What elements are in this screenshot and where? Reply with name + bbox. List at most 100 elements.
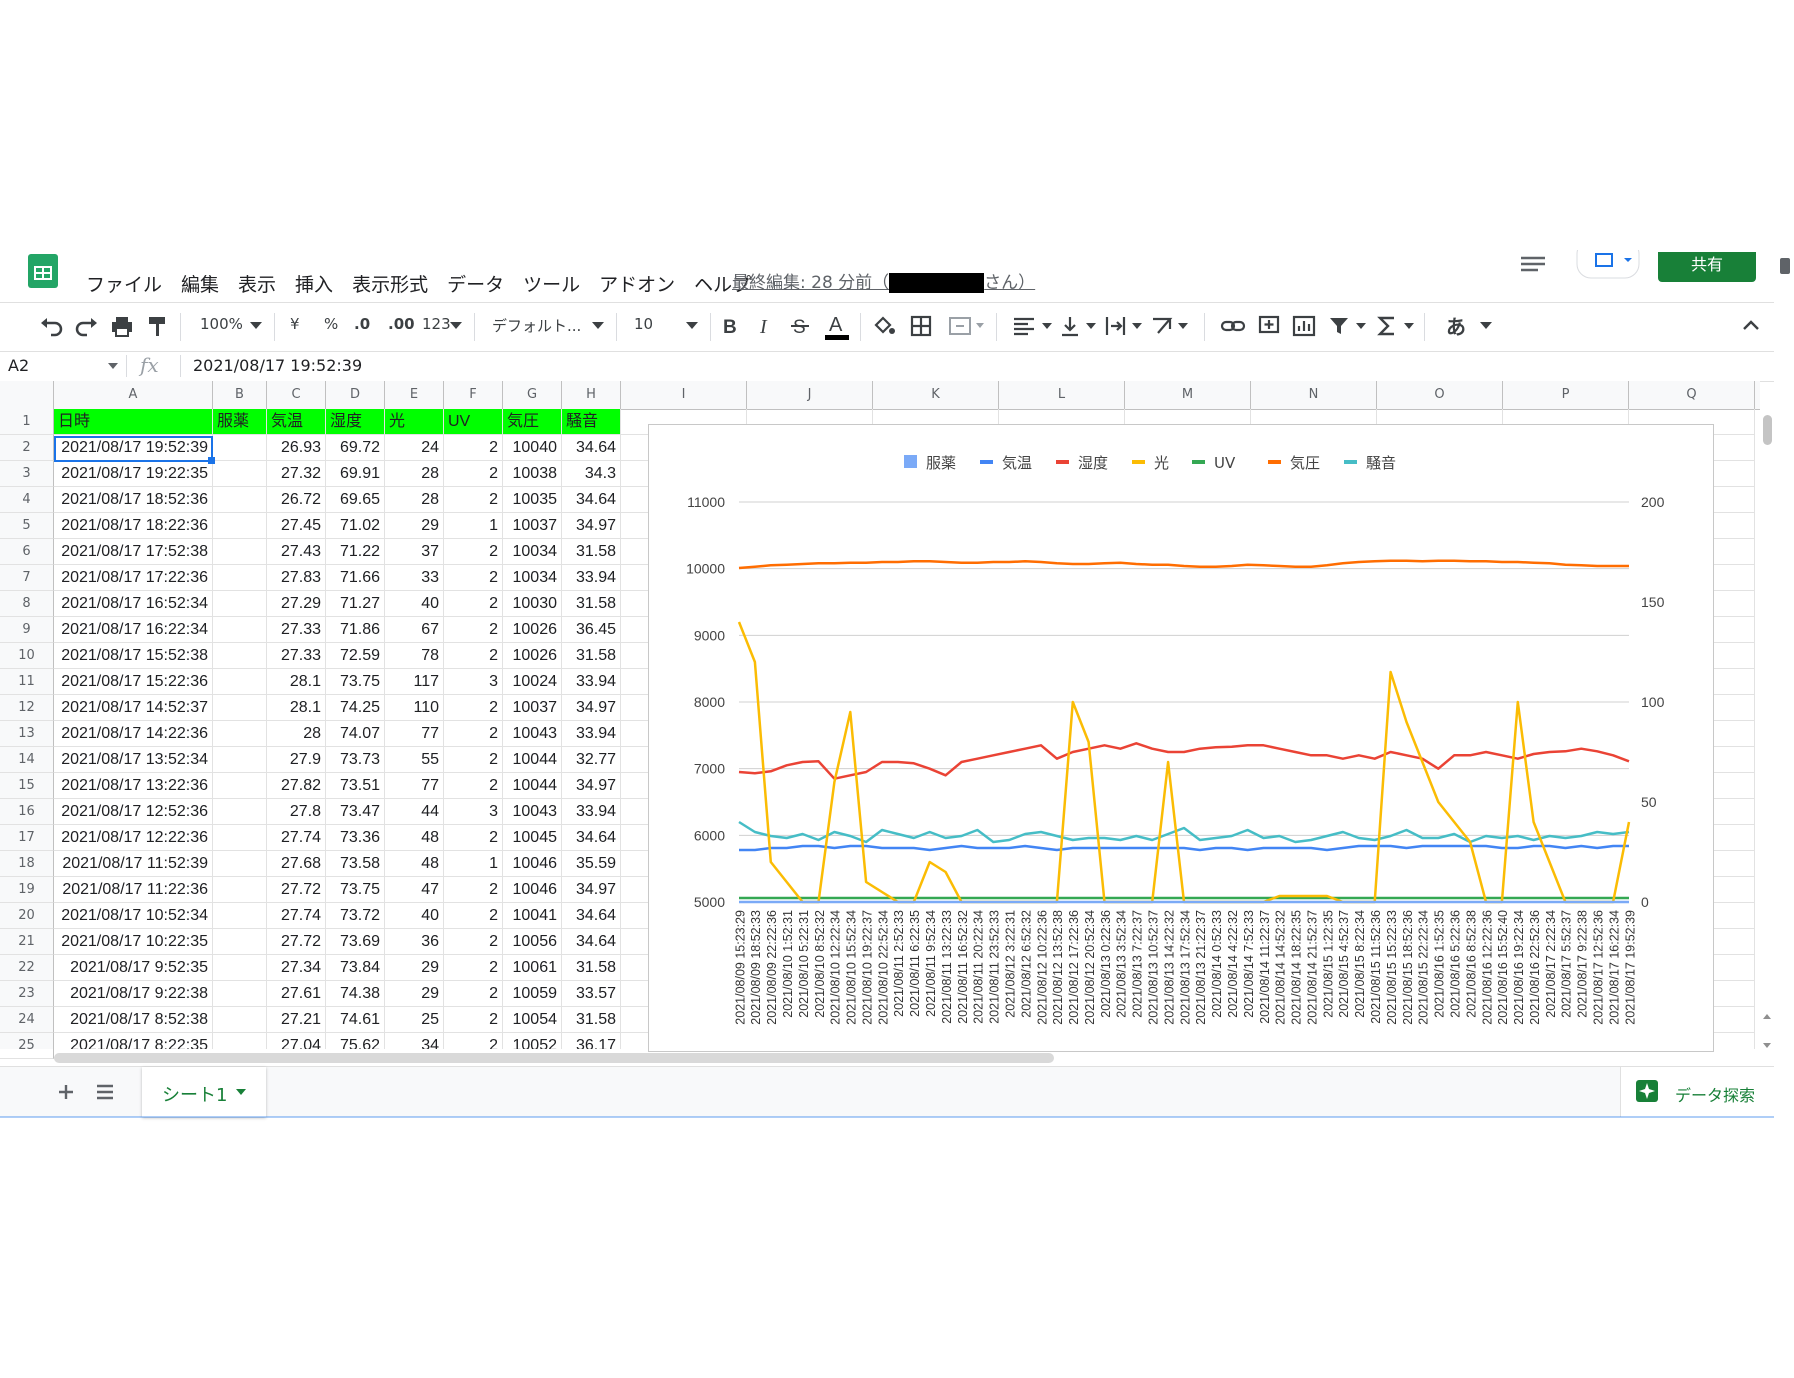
table-cell[interactable]: 74.25 — [326, 695, 385, 721]
table-cell[interactable] — [213, 591, 267, 617]
table-cell[interactable]: 2021/08/17 10:52:34 — [54, 903, 213, 929]
table-cell[interactable]: 10043 — [503, 721, 562, 747]
table-cell[interactable]: 71.86 — [326, 617, 385, 643]
table-cell[interactable]: 10044 — [503, 747, 562, 773]
table-cell[interactable]: 2021/08/17 9:22:38 — [54, 981, 213, 1007]
menu-data[interactable]: データ — [447, 270, 504, 296]
table-cell[interactable]: 73.72 — [326, 903, 385, 929]
table-cell[interactable]: 2021/08/17 19:22:35 — [54, 461, 213, 487]
percent-format-button[interactable]: % — [324, 315, 338, 333]
table-cell[interactable]: 74.61 — [326, 1007, 385, 1033]
table-cell[interactable]: 2 — [444, 643, 503, 669]
table-cell[interactable]: 2 — [444, 591, 503, 617]
row-header[interactable]: 14 — [0, 747, 54, 773]
bold-icon[interactable]: B — [720, 315, 740, 337]
font-size-dropdown-icon[interactable] — [686, 322, 698, 330]
last-edit-link[interactable]: 最終編集: 28 分前（ さん） — [732, 268, 1035, 293]
table-cell[interactable]: 2021/08/17 19:52:39 — [54, 435, 213, 461]
header-cell[interactable]: 騒音 — [562, 409, 621, 435]
row-header[interactable]: 4 — [0, 487, 54, 513]
scroll-arrows-icon[interactable] — [1762, 1011, 1772, 1051]
table-cell[interactable]: 33.94 — [562, 721, 621, 747]
table-cell[interactable]: 117 — [385, 669, 444, 695]
table-cell[interactable]: 71.02 — [326, 513, 385, 539]
table-cell[interactable]: 2 — [444, 981, 503, 1007]
table-cell[interactable]: 27.74 — [267, 903, 326, 929]
text-rotation-icon[interactable] — [1150, 315, 1192, 337]
table-cell[interactable]: 34 — [385, 1033, 444, 1049]
table-cell[interactable]: 31.58 — [562, 643, 621, 669]
table-cell[interactable]: 73.84 — [326, 955, 385, 981]
table-cell[interactable]: 74.38 — [326, 981, 385, 1007]
horizontal-align-icon[interactable] — [1012, 315, 1054, 337]
name-box-dropdown-icon[interactable] — [108, 363, 118, 370]
table-cell[interactable] — [213, 721, 267, 747]
table-cell[interactable]: 34.97 — [562, 773, 621, 799]
table-cell[interactable]: 2 — [444, 773, 503, 799]
table-cell[interactable]: 10044 — [503, 773, 562, 799]
table-cell[interactable]: 10026 — [503, 643, 562, 669]
table-cell[interactable]: 69.91 — [326, 461, 385, 487]
header-cell[interactable]: UV — [444, 409, 503, 435]
table-cell[interactable]: 35.59 — [562, 851, 621, 877]
menu-edit[interactable]: 編集 — [181, 270, 219, 296]
row-header[interactable]: 21 — [0, 929, 54, 955]
table-cell[interactable]: 28.1 — [267, 695, 326, 721]
present-button-icon[interactable] — [1576, 250, 1640, 280]
row-header[interactable]: 15 — [0, 773, 54, 799]
table-cell[interactable] — [213, 825, 267, 851]
account-icon[interactable] — [1780, 258, 1790, 274]
font-select[interactable]: デフォルト... — [492, 315, 581, 336]
row-header[interactable]: 6 — [0, 539, 54, 565]
table-cell[interactable]: 48 — [385, 851, 444, 877]
table-cell[interactable]: 71.66 — [326, 565, 385, 591]
table-cell[interactable] — [213, 513, 267, 539]
table-cell[interactable]: 34.64 — [562, 487, 621, 513]
fill-handle[interactable] — [208, 457, 215, 464]
header-cell[interactable]: 光 — [385, 409, 444, 435]
table-cell[interactable]: 31.58 — [562, 1007, 621, 1033]
table-cell[interactable]: 27.33 — [267, 643, 326, 669]
row-header[interactable]: 17 — [0, 825, 54, 851]
table-cell[interactable]: 1 — [444, 513, 503, 539]
table-cell[interactable]: 73.58 — [326, 851, 385, 877]
table-cell[interactable] — [213, 565, 267, 591]
row-header[interactable]: 13 — [0, 721, 54, 747]
column-header-d[interactable]: D — [326, 381, 385, 409]
table-cell[interactable]: 27.72 — [267, 929, 326, 955]
vertical-scroll-thumb[interactable] — [1763, 415, 1772, 445]
table-cell[interactable]: 10035 — [503, 487, 562, 513]
row-header[interactable]: 5 — [0, 513, 54, 539]
table-cell[interactable]: 34.64 — [562, 903, 621, 929]
menu-format[interactable]: 表示形式 — [352, 270, 428, 296]
table-cell[interactable]: 36.45 — [562, 617, 621, 643]
row-header[interactable]: 25 — [0, 1033, 54, 1059]
table-cell[interactable]: 2021/08/17 16:22:34 — [54, 617, 213, 643]
table-cell[interactable] — [213, 903, 267, 929]
header-cell[interactable]: 気圧 — [503, 409, 562, 435]
table-cell[interactable]: 28 — [385, 487, 444, 513]
table-cell[interactable]: 10040 — [503, 435, 562, 461]
table-cell[interactable]: 27.04 — [267, 1033, 326, 1049]
table-cell[interactable]: 33.94 — [562, 799, 621, 825]
table-cell[interactable]: 10045 — [503, 825, 562, 851]
column-header-n[interactable]: N — [1251, 381, 1377, 409]
table-cell[interactable]: 73.36 — [326, 825, 385, 851]
table-cell[interactable] — [213, 851, 267, 877]
table-cell[interactable]: 27.68 — [267, 851, 326, 877]
table-cell[interactable]: 2021/08/17 11:52:39 — [54, 851, 213, 877]
table-cell[interactable]: 36.17 — [562, 1033, 621, 1049]
explore-button[interactable]: データ探索 — [1620, 1067, 1775, 1117]
table-cell[interactable]: 10046 — [503, 851, 562, 877]
more-formats-button[interactable]: 123 — [422, 315, 451, 333]
vertical-scrollbar[interactable] — [1760, 409, 1774, 1053]
table-cell[interactable] — [213, 487, 267, 513]
column-header-l[interactable]: L — [999, 381, 1125, 409]
input-tools-button[interactable]: あ — [1446, 311, 1466, 340]
vertical-align-icon[interactable] — [1058, 315, 1100, 337]
table-cell[interactable] — [213, 747, 267, 773]
table-cell[interactable]: 110 — [385, 695, 444, 721]
filter-icon[interactable] — [1328, 315, 1370, 337]
column-header-i[interactable]: I — [621, 381, 747, 409]
collapse-menu-icon[interactable] — [1742, 319, 1760, 331]
